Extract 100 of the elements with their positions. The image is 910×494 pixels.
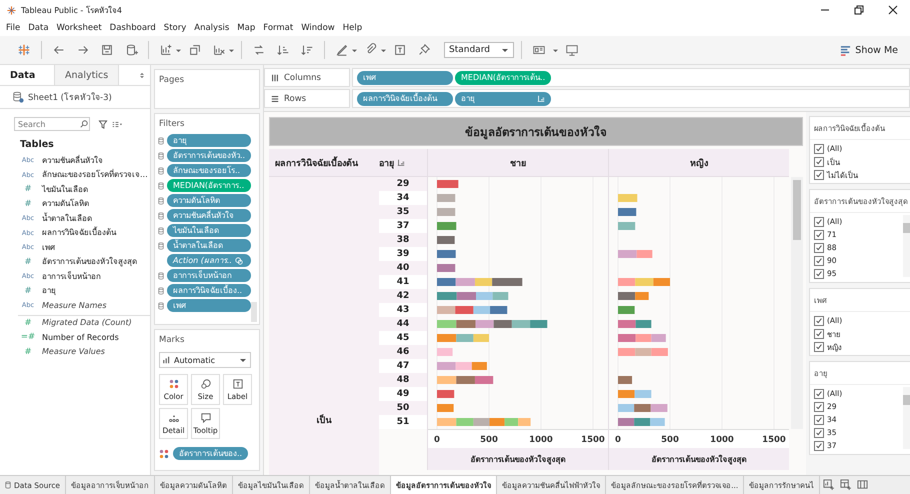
filter-icon[interactable] bbox=[98, 120, 108, 128]
bar-segment[interactable] bbox=[492, 292, 508, 300]
data-field[interactable]: เพศ bbox=[42, 240, 55, 254]
show-cards-icon[interactable] bbox=[532, 43, 546, 57]
tableau-logo-icon[interactable] bbox=[17, 43, 31, 57]
clear-sheet-icon[interactable] bbox=[212, 43, 226, 57]
bar-segment[interactable] bbox=[618, 404, 634, 412]
caret-icon[interactable] bbox=[381, 48, 386, 52]
menu-item[interactable]: File bbox=[6, 23, 20, 33]
menu-item[interactable]: Analysis bbox=[194, 23, 230, 33]
scrollbar[interactable] bbox=[251, 302, 257, 322]
scrollbar[interactable] bbox=[791, 177, 803, 429]
data-field[interactable]: น้ำตาลในเลือด bbox=[42, 212, 92, 225]
checkbox[interactable] bbox=[814, 402, 824, 412]
bar-segment[interactable] bbox=[618, 334, 636, 342]
search-field[interactable]: Search bbox=[14, 117, 90, 131]
data-field[interactable]: ความดันโลหิต bbox=[42, 197, 89, 210]
bar-segment[interactable] bbox=[437, 180, 458, 188]
scrollbar[interactable] bbox=[903, 387, 910, 449]
caret-icon[interactable] bbox=[501, 46, 509, 54]
bar-segment[interactable] bbox=[518, 418, 531, 426]
forward-arrow-icon[interactable] bbox=[76, 43, 90, 57]
menu-item[interactable]: Help bbox=[342, 23, 362, 33]
bar-segment[interactable] bbox=[618, 208, 636, 216]
new-story-icon[interactable] bbox=[857, 479, 868, 490]
data-field[interactable]: Measure Names bbox=[42, 300, 106, 310]
bar-chart-icon[interactable] bbox=[840, 44, 852, 56]
sort-icon[interactable] bbox=[397, 158, 405, 166]
data-field[interactable]: ความชันคลื่นหัวใจ bbox=[42, 154, 103, 167]
bar-segment[interactable] bbox=[456, 376, 475, 384]
presentation-icon[interactable] bbox=[565, 43, 579, 57]
checkbox[interactable] bbox=[814, 242, 824, 252]
pane-tab[interactable]: Analytics bbox=[55, 65, 120, 85]
bar-segment[interactable] bbox=[475, 320, 494, 328]
scrollbar[interactable] bbox=[903, 215, 910, 277]
menu-item[interactable]: Map bbox=[237, 23, 256, 33]
bar-segment[interactable] bbox=[494, 320, 512, 328]
bar-segment[interactable] bbox=[530, 320, 548, 328]
swap-icon[interactable] bbox=[252, 43, 266, 57]
bar-segment[interactable] bbox=[653, 278, 670, 286]
bar-segment[interactable] bbox=[635, 292, 649, 300]
checkbox[interactable] bbox=[814, 316, 824, 326]
new-dashboard-icon[interactable] bbox=[840, 479, 852, 490]
sort-ascending-icon[interactable] bbox=[276, 43, 290, 57]
checkbox[interactable] bbox=[814, 144, 824, 154]
bar-segment[interactable] bbox=[634, 418, 650, 426]
bar-segment[interactable] bbox=[490, 418, 505, 426]
data-field[interactable]: ผลการวินิจฉัยเบื้องต้น bbox=[42, 226, 116, 240]
fit-dropdown[interactable]: Standard bbox=[444, 42, 514, 58]
show-me-button[interactable]: Show Me bbox=[834, 44, 904, 56]
caret-icon[interactable] bbox=[229, 48, 234, 52]
checkbox[interactable] bbox=[814, 230, 824, 240]
back-arrow-icon[interactable] bbox=[52, 43, 66, 57]
new-worksheet-icon[interactable] bbox=[823, 479, 834, 490]
bar-segment[interactable] bbox=[437, 194, 456, 202]
duplicate-icon[interactable] bbox=[188, 43, 202, 57]
pin-icon[interactable] bbox=[417, 43, 431, 57]
caret-icon[interactable] bbox=[176, 48, 181, 52]
sort-toggle-icon[interactable] bbox=[140, 72, 144, 78]
data-field[interactable]: Migrated Data (Count) bbox=[42, 318, 132, 328]
mark-type-dropdown[interactable]: Automatic bbox=[159, 352, 251, 368]
bar-segment[interactable] bbox=[474, 278, 492, 286]
menu-item[interactable]: Window bbox=[301, 23, 335, 33]
bar-segment[interactable] bbox=[437, 390, 454, 398]
bar-segment[interactable] bbox=[472, 362, 487, 370]
checkbox[interactable] bbox=[814, 156, 824, 166]
bar-segment[interactable] bbox=[474, 376, 494, 384]
data-field[interactable]: ลักษณะของรอยโรคที่ตรวจเจ... bbox=[42, 168, 148, 182]
bar-segment[interactable] bbox=[437, 208, 456, 216]
data-field[interactable]: ไขมันในเลือด bbox=[42, 182, 88, 196]
bar-segment[interactable] bbox=[437, 278, 456, 286]
checkbox[interactable] bbox=[814, 428, 824, 438]
checkbox[interactable] bbox=[814, 170, 824, 180]
bar-segment[interactable] bbox=[473, 306, 490, 314]
data-field[interactable]: อัตราการเต้นของหัวใจสูงสุด bbox=[42, 255, 137, 268]
data-source-name[interactable]: Sheet1 (โรคหัวใจ-3) bbox=[28, 90, 112, 104]
add-database-icon[interactable] bbox=[124, 43, 138, 57]
bar-segment[interactable] bbox=[618, 376, 632, 384]
bar-segment[interactable] bbox=[492, 278, 522, 286]
new-chart-icon[interactable] bbox=[159, 43, 173, 57]
checkbox[interactable] bbox=[814, 328, 824, 338]
pen-icon[interactable] bbox=[335, 43, 349, 57]
bar-segment[interactable] bbox=[618, 222, 636, 230]
data-field[interactable]: อาการเจ็บหน้าอก bbox=[42, 270, 101, 283]
bar-segment[interactable] bbox=[437, 236, 455, 244]
data-field[interactable]: อายุ bbox=[42, 284, 56, 298]
text-label-icon[interactable] bbox=[393, 43, 407, 57]
data-field[interactable]: Measure Values bbox=[42, 347, 105, 356]
bar-segment[interactable] bbox=[455, 306, 474, 314]
data-field[interactable]: Number of Records bbox=[42, 332, 119, 342]
checkbox[interactable] bbox=[814, 268, 824, 278]
checkbox[interactable] bbox=[814, 440, 824, 450]
checkbox[interactable] bbox=[814, 256, 824, 266]
bar-segment[interactable] bbox=[437, 264, 456, 272]
caret-icon[interactable] bbox=[553, 48, 558, 52]
menu-item[interactable]: Data bbox=[28, 23, 49, 33]
menu-item[interactable]: Dashboard bbox=[110, 23, 156, 33]
bar-segment[interactable] bbox=[490, 306, 508, 314]
checkbox[interactable] bbox=[814, 216, 824, 226]
bar-segment[interactable] bbox=[618, 306, 635, 314]
